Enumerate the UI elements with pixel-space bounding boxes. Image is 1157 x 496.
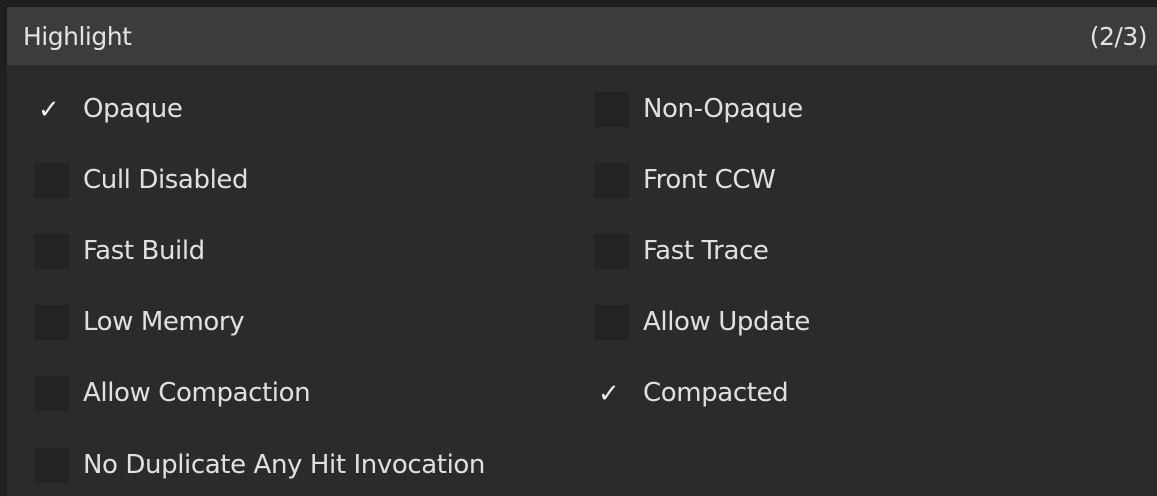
checkbox-front-ccw[interactable]: Front CCW bbox=[594, 161, 776, 199]
panel-title: Highlight bbox=[23, 21, 132, 51]
checkbox-box[interactable] bbox=[594, 162, 629, 198]
checkbox-label: Front CCW bbox=[643, 165, 776, 195]
checkbox-label: Low Memory bbox=[83, 307, 245, 337]
checkbox-box[interactable]: ✓ bbox=[594, 376, 629, 411]
checkbox-box[interactable]: ✓ bbox=[34, 92, 69, 127]
checkbox-label: No Duplicate Any Hit Invocation bbox=[83, 450, 485, 480]
checkbox-cull-disabled[interactable]: Cull Disabled bbox=[34, 161, 249, 199]
checkbox-allow-compaction[interactable]: Allow Compaction bbox=[34, 374, 311, 412]
highlight-panel: Highlight (2/3) ✓ Opaque Non-Opaque Cull… bbox=[7, 7, 1157, 496]
checkbox-box[interactable] bbox=[594, 304, 629, 340]
checkbox-label: Allow Update bbox=[643, 307, 811, 337]
selection-count: (2/3) bbox=[1089, 21, 1148, 51]
checkbox-label: Compacted bbox=[643, 378, 789, 408]
check-icon: ✓ bbox=[598, 378, 620, 409]
checkbox-box[interactable] bbox=[594, 91, 629, 127]
checkbox-box[interactable] bbox=[34, 162, 69, 198]
checkbox-box[interactable] bbox=[34, 233, 69, 269]
checkbox-label: Non-Opaque bbox=[643, 94, 803, 124]
checkbox-fast-build[interactable]: Fast Build bbox=[34, 232, 205, 270]
checkbox-box[interactable] bbox=[34, 447, 69, 483]
checkbox-box[interactable] bbox=[34, 304, 69, 340]
checkbox-label: Opaque bbox=[83, 94, 183, 124]
checkbox-no-duplicate-any-hit-invocation[interactable]: No Duplicate Any Hit Invocation bbox=[34, 446, 485, 484]
options-grid: ✓ Opaque Non-Opaque Cull Disabled Front … bbox=[7, 65, 1157, 496]
check-icon: ✓ bbox=[38, 94, 60, 125]
checkbox-label: Fast Trace bbox=[643, 236, 769, 266]
checkbox-fast-trace[interactable]: Fast Trace bbox=[594, 232, 769, 270]
checkbox-low-memory[interactable]: Low Memory bbox=[34, 303, 245, 341]
checkbox-non-opaque[interactable]: Non-Opaque bbox=[594, 90, 803, 128]
checkbox-allow-update[interactable]: Allow Update bbox=[594, 303, 810, 341]
panel-header[interactable]: Highlight (2/3) bbox=[7, 7, 1157, 65]
checkbox-label: Cull Disabled bbox=[83, 165, 249, 195]
checkbox-label: Allow Compaction bbox=[83, 378, 311, 408]
checkbox-box[interactable] bbox=[34, 375, 69, 411]
checkbox-label: Fast Build bbox=[83, 236, 205, 266]
checkbox-opaque[interactable]: ✓ Opaque bbox=[34, 90, 183, 128]
checkbox-box[interactable] bbox=[594, 233, 629, 269]
checkbox-compacted[interactable]: ✓ Compacted bbox=[594, 374, 789, 412]
